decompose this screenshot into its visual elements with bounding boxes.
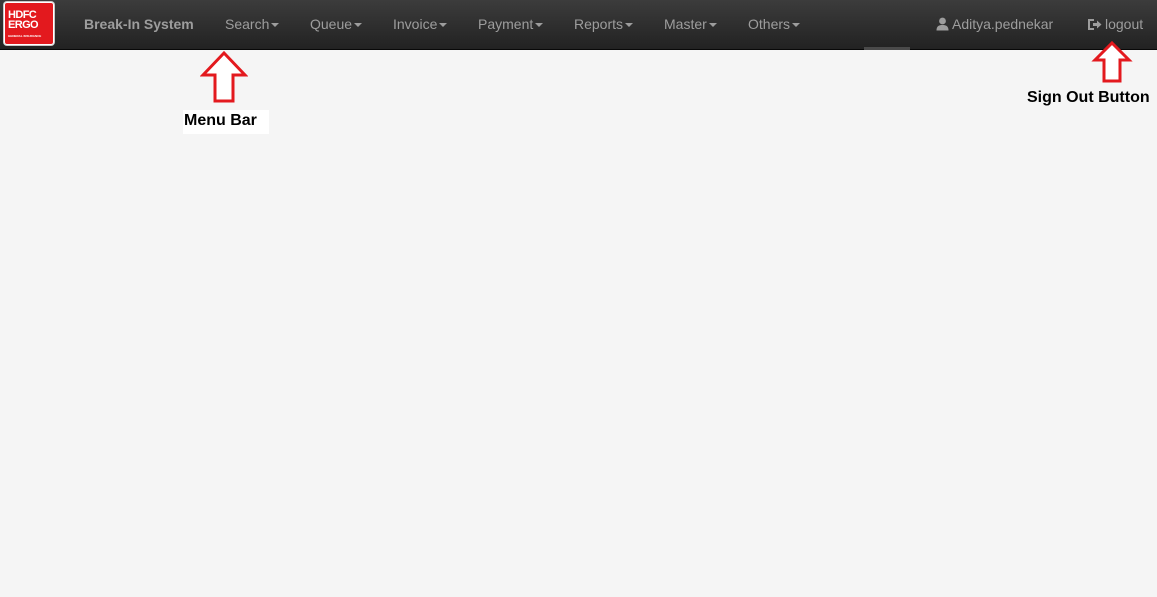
logout-label: logout (1105, 16, 1144, 32)
caret-down-icon (792, 23, 801, 28)
hdfc-ergo-logo[interactable]: HDFC ERGO GENERAL INSURANCE (4, 2, 54, 45)
top-navbar: HDFC ERGO GENERAL INSURANCE Break-In Sys… (0, 0, 1157, 50)
caret-down-icon (271, 23, 280, 28)
app-brand-title[interactable]: Break-In System (84, 15, 194, 33)
caret-down-icon (354, 23, 363, 28)
menu-queue-label: Queue (310, 16, 353, 32)
menu-bar-annotation-arrow-icon (200, 50, 248, 103)
caret-down-icon (439, 23, 448, 28)
menu-master-label: Master (664, 16, 707, 32)
menu-payment[interactable]: Payment (478, 15, 544, 33)
menu-payment-label: Payment (478, 16, 534, 32)
caret-down-icon (625, 23, 634, 28)
menu-invoice[interactable]: Invoice (393, 15, 448, 33)
caret-down-icon (535, 23, 544, 28)
user-name: Aditya.pednekar (952, 16, 1054, 32)
user-icon (936, 17, 949, 31)
sign-out-annotation-label: Sign Out Button (1027, 89, 1150, 106)
menu-invoice-label: Invoice (393, 16, 438, 32)
logout-icon (1088, 19, 1102, 30)
menu-others-label: Others (748, 16, 791, 32)
logout-button[interactable]: logout (1087, 15, 1143, 33)
menu-others[interactable]: Others (748, 15, 801, 33)
menu-reports[interactable]: Reports (574, 15, 634, 33)
caret-down-icon (708, 23, 717, 28)
logo-text-general-insurance: GENERAL INSURANCE (8, 34, 42, 38)
menu-master[interactable]: Master (664, 15, 717, 33)
user-menu[interactable]: Aditya.pednekar (936, 15, 1053, 33)
menu-reports-label: Reports (574, 16, 624, 32)
menu-bar-annotation-label: Menu Bar (183, 110, 269, 134)
menu-search[interactable]: Search (225, 15, 280, 33)
menu-search-label: Search (225, 16, 270, 32)
logo-text-ergo: ERGO (8, 19, 39, 31)
sign-out-annotation-arrow-icon (1091, 40, 1133, 83)
nav-active-indicator (864, 47, 910, 50)
menu-queue[interactable]: Queue (310, 15, 363, 33)
